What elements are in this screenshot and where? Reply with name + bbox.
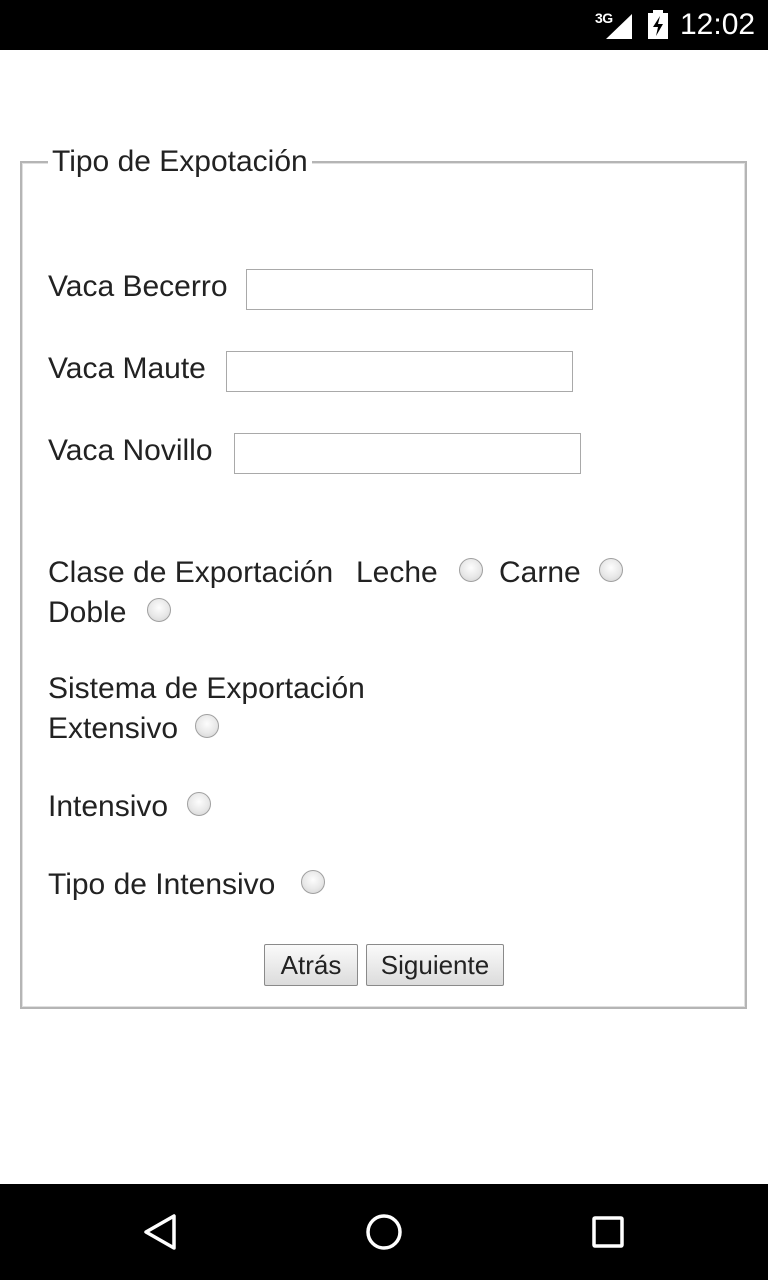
nav-back-button[interactable] — [136, 1208, 184, 1256]
vaca-becerro-input[interactable] — [246, 269, 593, 310]
home-icon — [366, 1214, 402, 1250]
carne-radio[interactable] — [599, 558, 623, 582]
navigation-bar — [0, 1184, 768, 1280]
fieldset-legend: Tipo de Expotación — [48, 145, 312, 179]
back-button[interactable]: Atrás — [264, 944, 358, 986]
vaca-novillo-input[interactable] — [234, 433, 581, 474]
battery-charging-icon — [648, 10, 668, 39]
tipo-intensivo-option-label: Tipo de Intensivo — [48, 868, 276, 901]
nav-recents-button[interactable] — [584, 1208, 632, 1256]
next-button[interactable]: Siguiente — [366, 944, 504, 986]
leche-option-label: Leche — [356, 556, 438, 589]
doble-option-label: Doble — [48, 596, 127, 629]
status-bar: 3G 12:02 — [0, 0, 768, 50]
back-icon — [144, 1214, 176, 1250]
extensivo-radio[interactable] — [195, 714, 219, 738]
clase-exportacion-label: Clase de Exportación — [48, 556, 334, 589]
tipo-intensivo-radio[interactable] — [301, 870, 325, 894]
intensivo-option-label: Intensivo — [48, 790, 169, 823]
extensivo-option-label: Extensivo — [48, 712, 179, 745]
doble-radio[interactable] — [147, 598, 171, 622]
leche-radio[interactable] — [459, 558, 483, 582]
nav-home-button[interactable] — [360, 1208, 408, 1256]
vaca-novillo-label: Vaca Novillo — [48, 434, 213, 467]
carne-option-label: Carne — [499, 556, 581, 589]
signal-icon — [606, 14, 632, 39]
vaca-maute-label: Vaca Maute — [48, 352, 206, 385]
sistema-exportacion-label: Sistema de Exportación — [48, 672, 365, 705]
recents-icon — [592, 1216, 624, 1248]
intensivo-radio[interactable] — [187, 792, 211, 816]
vaca-becerro-label: Vaca Becerro — [48, 270, 228, 303]
clock: 12:02 — [680, 8, 756, 41]
vaca-maute-input[interactable] — [226, 351, 573, 392]
